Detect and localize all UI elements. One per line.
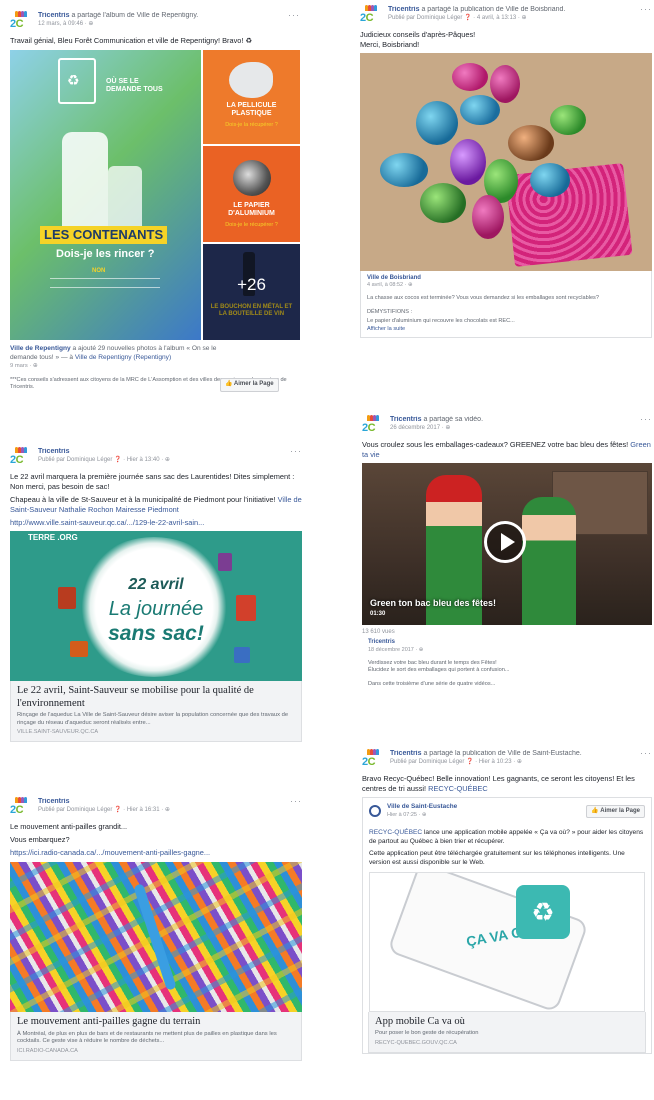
shared-post-preview[interactable]: Ville de Boisbriand 4 avril, à 08:52 · ⊕…	[360, 270, 652, 338]
elf-right	[522, 496, 576, 625]
link-preview[interactable]: App mobile Ca va où Pour poser le bon ge…	[368, 1011, 646, 1053]
shared-inner-post[interactable]: Ville de Saint-Eustache Hier à 07:25 · ⊕…	[362, 796, 652, 1054]
author-link[interactable]: Tricentris	[38, 448, 70, 455]
post-text: Vous embarquez?	[10, 834, 70, 844]
more-options-icon[interactable]: ···	[640, 4, 652, 15]
aluminum-ball-shape	[233, 159, 271, 196]
straws-photo[interactable]	[10, 861, 302, 1012]
more-options-icon[interactable]: ···	[640, 414, 652, 425]
egg	[550, 104, 586, 135]
tricentris-logo[interactable]: 2C	[10, 11, 32, 31]
author-link[interactable]: Tricentris	[38, 798, 70, 805]
author-link[interactable]: Tricentris	[388, 6, 420, 13]
saint-eustache-logo[interactable]	[369, 804, 381, 817]
bag-icon	[218, 552, 232, 571]
album-photo-aluminum[interactable]: LE PAPIER D'ALUMINIUM Dois-je le récupér…	[203, 145, 300, 242]
egg	[508, 124, 554, 161]
post-header: 2C Tricentris a partagé la publication d…	[362, 748, 652, 769]
globe-icon: ⊕	[445, 425, 451, 431]
album-photo-wine-bottle[interactable]: LE BOUCHON EN MÉTAL ET LA BOUTEILLE DE V…	[203, 243, 300, 340]
album-photo-plastic-film[interactable]: LA PELLICULE PLASTIQUE Dois-je la récupé…	[203, 49, 300, 144]
plastic-film-shape	[229, 61, 273, 98]
post-boisbriand: 2C Tricentris a partagé la publication d…	[360, 4, 652, 384]
video-player[interactable]: Green ton bac bleu des fêtes! 01:30	[362, 462, 652, 625]
globe-icon: ⊕	[521, 15, 527, 21]
post-header: 2C Tricentris a partagé sa vidéo. 26 déc…	[362, 414, 652, 435]
author-link[interactable]: Tricentris	[390, 750, 422, 757]
more-options-icon[interactable]: ···	[290, 446, 302, 457]
egg	[420, 182, 466, 223]
post-text: Bravo Recyc-Québec! Belle innovation! Le…	[362, 774, 635, 793]
shared-post-preview[interactable]: Tricentris 18 décembre 2017 · ⊕ Verdisse…	[362, 636, 652, 691]
globe-icon: ⊕	[88, 21, 94, 27]
globe-icon: ⊕	[407, 282, 413, 289]
post-url-link[interactable]: http://www.ville.saint-sauveur.qc.ca/...…	[10, 518, 302, 528]
play-button[interactable]	[484, 520, 526, 563]
chocolate-eggs-photo[interactable]	[360, 52, 652, 271]
post-url-link[interactable]: https://ici.radio-canada.ca/.../mouvemen…	[10, 848, 302, 858]
like-page-button[interactable]: 👍 Aimer la Page	[220, 378, 279, 392]
app-promo-image[interactable]: ÇA VA OÙ? ♻	[369, 871, 645, 1012]
tricentris-logo[interactable]: 2C	[10, 447, 32, 467]
egg	[416, 100, 458, 145]
fine-print	[50, 277, 160, 288]
egg	[530, 162, 570, 197]
recycle-icon: ♻	[67, 71, 80, 88]
recycle-icon: ♻	[531, 896, 555, 927]
link-preview[interactable]: Le mouvement anti-pailles gagne du terra…	[10, 1011, 302, 1061]
egg	[380, 152, 428, 187]
author-link[interactable]: Tricentris	[390, 416, 422, 423]
post-repentigny: 2C Tricentris a partagé l'album de Ville…	[10, 10, 300, 418]
tricentris-logo[interactable]: 2C	[362, 749, 384, 769]
post-header: 2C Tricentris a partagé la publication d…	[360, 4, 652, 25]
album-grid[interactable]: ♻ OÙ SE LE DEMANDE TOUS LES CONTENANTS D…	[10, 49, 300, 340]
globe-icon: ⊕	[516, 759, 522, 765]
like-page-button[interactable]: 👍 Aimer la Page	[586, 804, 645, 819]
album-footer: Ville de Repentigny a ajouté 29 nouvelle…	[10, 344, 217, 370]
post-header: 2C Tricentris a partagé l'album de Ville…	[10, 10, 300, 31]
tricentris-logo[interactable]: 2C	[362, 415, 384, 435]
globe-icon: ⊕	[32, 363, 38, 370]
link-preview[interactable]: Le 22 avril, Saint-Sauveur se mobilise p…	[10, 680, 302, 743]
bottle-shape	[62, 131, 108, 236]
bag-icon	[234, 646, 250, 663]
author-link[interactable]: Tricentris	[38, 12, 70, 19]
globe-icon: ⊕	[164, 807, 170, 813]
egg	[490, 64, 520, 103]
post-text: Judicieux conseils d'après-Pâques! Merci…	[360, 30, 476, 49]
more-options-icon[interactable]: ···	[290, 796, 302, 807]
egg	[460, 94, 500, 125]
post-anti-pailles: 2C Tricentris Publié par Dominique Léger…	[10, 796, 302, 1092]
post-text: Chapeau à la ville de St-Sauveur et à la…	[10, 494, 302, 514]
globe-icon: ⊕	[164, 457, 170, 463]
globe-icon: ⊕	[421, 811, 427, 818]
egg	[452, 62, 488, 91]
more-options-icon[interactable]: ···	[288, 10, 300, 21]
post-header: 2C Tricentris Publié par Dominique Léger…	[10, 446, 302, 467]
view-count: 13 610 vues	[362, 628, 395, 635]
album-photo-containers[interactable]: ♻ OÙ SE LE DEMANDE TOUS LES CONTENANTS D…	[10, 49, 201, 340]
more-options-icon[interactable]: ···	[640, 748, 652, 759]
post-video-green: 2C Tricentris a partagé sa vidéo. 26 déc…	[362, 414, 652, 732]
see-more-link[interactable]: Afficher la suite	[367, 326, 645, 333]
play-icon	[501, 532, 515, 551]
post-text: Le mouvement anti-pailles grandit...	[10, 822, 128, 831]
post-saint-eustache: 2C Tricentris a partagé la publication d…	[362, 748, 652, 1092]
tricentris-logo[interactable]: 2C	[10, 797, 32, 817]
post-text: Le 22 avril marquera la première journée…	[10, 472, 295, 491]
post-saint-sauveur: 2C Tricentris Publié par Dominique Léger…	[10, 446, 302, 766]
app-icon: ♻	[516, 884, 570, 939]
egg	[450, 138, 486, 185]
globe-icon: ⊕	[418, 646, 424, 653]
post-text: Vous croulez sous les emballages-cadeaux…	[362, 440, 651, 459]
more-photos-count[interactable]: +26	[203, 274, 300, 295]
tricentris-logo[interactable]: 2C	[360, 5, 382, 25]
journee-sans-sac-image[interactable]: TERRE .ORG 22 avril La journée sans sac!	[10, 530, 302, 681]
post-header: 2C Tricentris Publié par Dominique Léger…	[10, 796, 302, 817]
post-text: Travail génial, Bleu Forêt Communication…	[10, 36, 253, 45]
egg	[472, 194, 504, 239]
